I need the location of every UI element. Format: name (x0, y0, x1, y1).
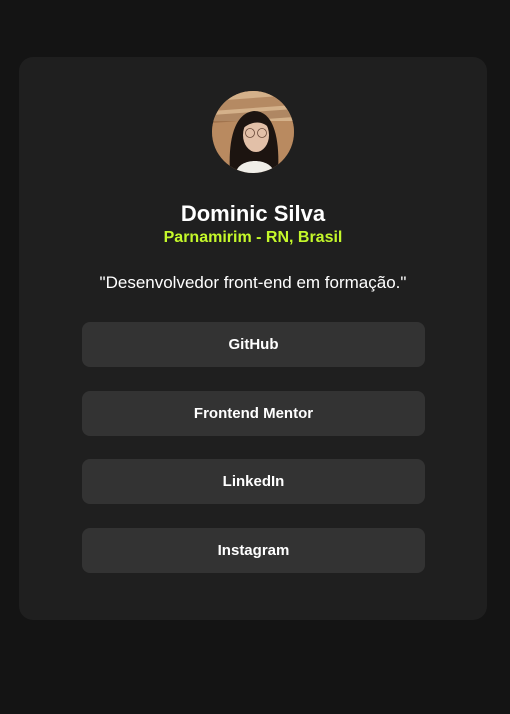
profile-name: Dominic Silva (180, 201, 326, 226)
frontend-mentor-link-button[interactable]: Frontend Mentor (82, 390, 425, 436)
profile-location: Parnamirim - RN, Brasil (163, 229, 343, 246)
avatar-image (212, 91, 294, 173)
avatar (212, 91, 294, 173)
instagram-link-button[interactable]: Instagram (82, 527, 425, 573)
profile-card: Dominic Silva Parnamirim - RN, Brasil "D… (19, 57, 487, 620)
social-links: GitHub Frontend Mentor LinkedIn Instagra… (82, 322, 425, 596)
profile-bio: "Desenvolvedor front-end em formação." (99, 273, 407, 292)
github-link-button[interactable]: GitHub (82, 322, 425, 367)
linkedin-link-button[interactable]: LinkedIn (82, 459, 425, 504)
